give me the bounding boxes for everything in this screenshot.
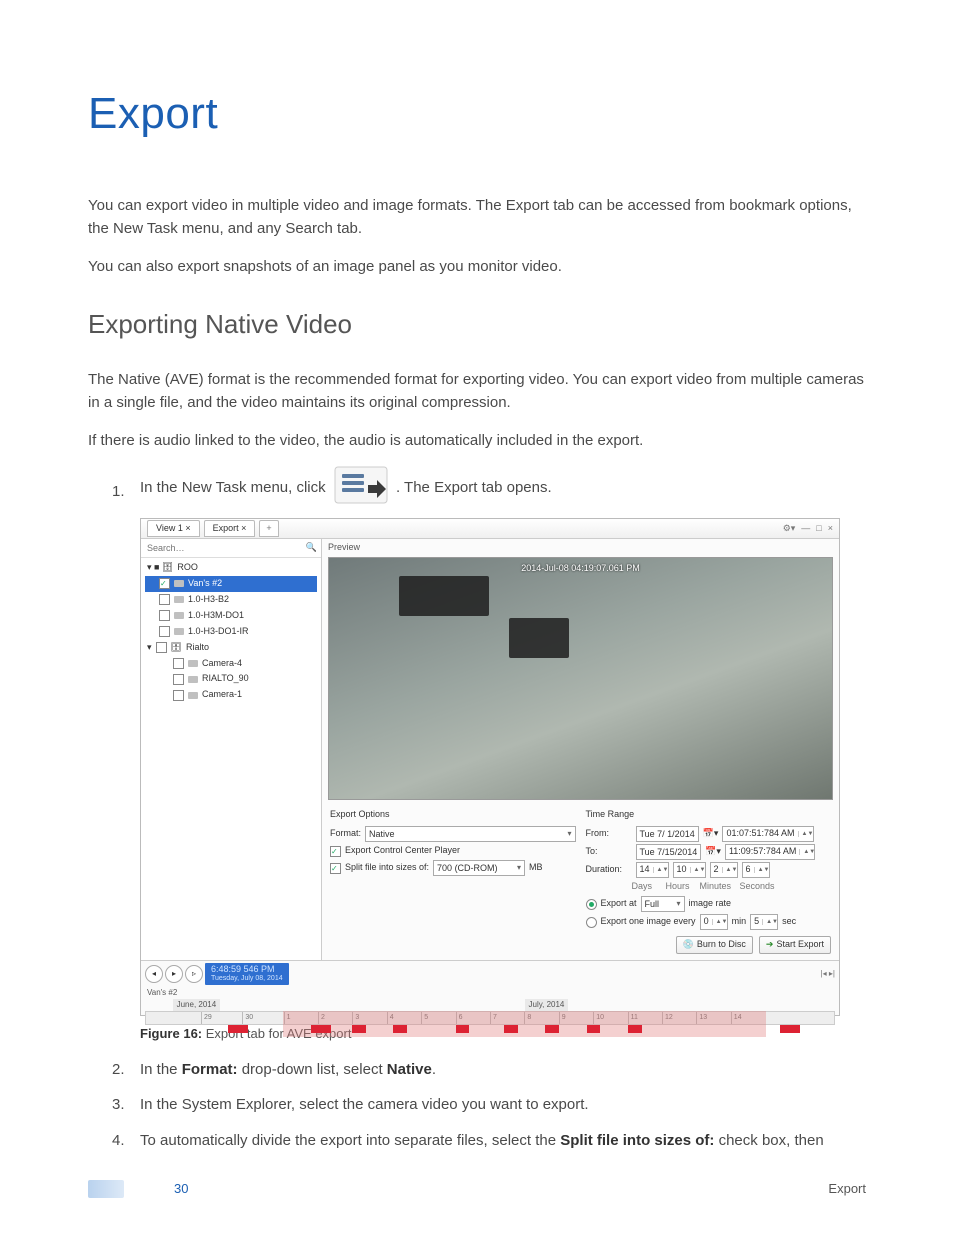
step-1-text-a: In the New Task menu, click xyxy=(140,479,330,496)
time-range-panel: Time Range From: Tue 7/ 1/2014 📅▾ 01:07:… xyxy=(586,808,832,956)
time-range-title: Time Range xyxy=(586,808,832,822)
to-time[interactable]: 11:09:57:784 AM▲▼ xyxy=(725,844,815,860)
timeline: ◂ ▸ ▹ 6:48:59 546 PM Tuesday, July 08, 2… xyxy=(141,960,839,1015)
intro-para-2: You can also export snapshots of an imag… xyxy=(88,255,866,278)
unit-min: Minutes xyxy=(700,880,736,894)
disc-icon: 💿 xyxy=(683,938,694,952)
tab-view1[interactable]: View 1 × xyxy=(147,520,200,538)
step-1: In the New Task menu, click . The Export… xyxy=(140,466,866,1044)
tree-item-h3mdo1[interactable]: 1.0-H3M-DO1 xyxy=(145,608,317,624)
play-next-button[interactable]: ▹ xyxy=(185,965,203,983)
from-time[interactable]: 01:07:51:784 AM▲▼ xyxy=(722,826,813,842)
export-one-sec[interactable]: 5▲▼ xyxy=(750,914,778,930)
duration-sec[interactable]: 6▲▼ xyxy=(742,862,770,878)
export-one-sec-unit: sec xyxy=(782,915,796,929)
export-at-radio[interactable] xyxy=(586,899,597,910)
step-2: In the Format: drop-down list, select Na… xyxy=(140,1058,866,1081)
timeline-clock: 6:48:59 546 PM Tuesday, July 08, 2014 xyxy=(205,963,289,985)
preview-label: Preview xyxy=(322,539,839,557)
duration-days[interactable]: 14▲▼ xyxy=(636,862,669,878)
footer-decoration xyxy=(88,1180,124,1198)
burn-to-disc-button[interactable]: 💿Burn to Disc xyxy=(676,936,753,954)
export-at-label-a: Export at xyxy=(601,897,637,911)
system-explorer: 🔍 ▾ ■ 🗄 ROO Van's #2 1.0-H3-B2 1.0-H3M-D… xyxy=(141,539,322,960)
video-preview: 2014-Jul-08 04:19:07.061 PM xyxy=(328,557,833,800)
export-task-icon xyxy=(334,466,388,504)
app-tabbar: View 1 × Export × + ⚙▾ — □ × xyxy=(141,519,839,539)
tree-root[interactable]: ▾ ■ 🗄 ROO xyxy=(145,560,317,576)
timeline-cam-label: Van's #2 xyxy=(141,987,839,999)
duration-hours[interactable]: 10▲▼ xyxy=(673,862,706,878)
play-button[interactable]: ▸ xyxy=(165,965,183,983)
format-select[interactable]: Native xyxy=(365,826,575,842)
step-1-text-b: . The Export tab opens. xyxy=(396,479,552,496)
search-input[interactable] xyxy=(145,542,302,554)
play-prev-button[interactable]: ◂ xyxy=(145,965,163,983)
unit-hours: Hours xyxy=(666,880,696,894)
from-label: From: xyxy=(586,827,632,841)
export-at-select[interactable]: Full xyxy=(641,896,685,912)
month-june: June, 2014 xyxy=(173,999,221,1011)
duration-label: Duration: xyxy=(586,863,632,877)
format-label: Format: xyxy=(330,827,361,841)
minimize-icon[interactable]: — xyxy=(801,522,810,536)
close-icon[interactable]: × xyxy=(828,522,833,536)
from-date[interactable]: Tue 7/ 1/2014 xyxy=(636,826,699,842)
split-size-select[interactable]: 700 (CD-ROM) xyxy=(433,860,525,876)
export-options-panel: Export Options Format: Native Export Con… xyxy=(330,808,576,956)
intro-para-1: You can export video in multiple video a… xyxy=(88,194,866,241)
preview-timestamp: 2014-Jul-08 04:19:07.061 PM xyxy=(521,562,640,576)
tree-item-rialto90[interactable]: RIALTO_90 xyxy=(145,671,317,687)
page-title: Export xyxy=(88,80,866,148)
tree-item-h3do1ir[interactable]: 1.0-H3-DO1-IR xyxy=(145,624,317,640)
duration-min[interactable]: 2▲▼ xyxy=(710,862,738,878)
split-checkbox[interactable] xyxy=(330,863,341,874)
section-para-2: If there is audio linked to the video, t… xyxy=(88,429,866,452)
footer-section: Export xyxy=(828,1179,866,1199)
tab-add[interactable]: + xyxy=(259,520,278,538)
player-checkbox[interactable] xyxy=(330,846,341,857)
unit-sec: Seconds xyxy=(740,880,775,894)
tree-item-h3b2[interactable]: 1.0-H3-B2 xyxy=(145,592,317,608)
export-one-label: Export one image every xyxy=(601,915,696,929)
maximize-icon[interactable]: □ xyxy=(816,522,821,536)
step-3: In the System Explorer, select the camer… xyxy=(140,1093,866,1116)
calendar-icon[interactable]: 📅▾ xyxy=(705,845,721,859)
gear-icon[interactable]: ⚙▾ xyxy=(783,522,796,536)
player-label: Export Control Center Player xyxy=(345,844,460,858)
export-one-radio[interactable] xyxy=(586,917,597,928)
section-para-1: The Native (AVE) format is the recommend… xyxy=(88,368,866,415)
timeline-track[interactable]: June, 2014 July, 2014 2930 12 34 56 78 9… xyxy=(145,999,835,1013)
section-heading: Exporting Native Video xyxy=(88,304,866,344)
tree-item-cam1[interactable]: Camera-1 xyxy=(145,687,317,703)
page-number: 30 xyxy=(174,1179,188,1199)
arrow-right-icon: ➔ xyxy=(766,938,774,952)
tree-rialto[interactable]: ▾ 🗄 Rialto xyxy=(145,640,317,656)
unit-days: Days xyxy=(632,880,662,894)
to-label: To: xyxy=(586,845,632,859)
tab-export[interactable]: Export × xyxy=(204,520,256,538)
start-export-button[interactable]: ➔Start Export xyxy=(759,936,831,954)
split-unit: MB xyxy=(529,861,543,875)
tree-item-vans2[interactable]: Van's #2 xyxy=(145,576,317,592)
month-july: July, 2014 xyxy=(525,999,569,1011)
export-one-min[interactable]: 0▲▼ xyxy=(700,914,728,930)
search-icon[interactable]: 🔍 xyxy=(306,541,317,555)
to-date[interactable]: Tue 7/15/2014 xyxy=(636,844,702,860)
export-at-label-b: image rate xyxy=(689,897,732,911)
step-4: To automatically divide the export into … xyxy=(140,1129,866,1152)
export-one-min-unit: min xyxy=(732,915,747,929)
calendar-icon[interactable]: 📅▾ xyxy=(703,827,719,841)
export-options-title: Export Options xyxy=(330,808,576,822)
split-label: Split file into sizes of: xyxy=(345,861,429,875)
figure-screenshot: View 1 × Export × + ⚙▾ — □ × xyxy=(140,518,840,1016)
page-footer: 30 Export xyxy=(88,1179,866,1199)
tree-item-cam4[interactable]: Camera-4 xyxy=(145,656,317,672)
